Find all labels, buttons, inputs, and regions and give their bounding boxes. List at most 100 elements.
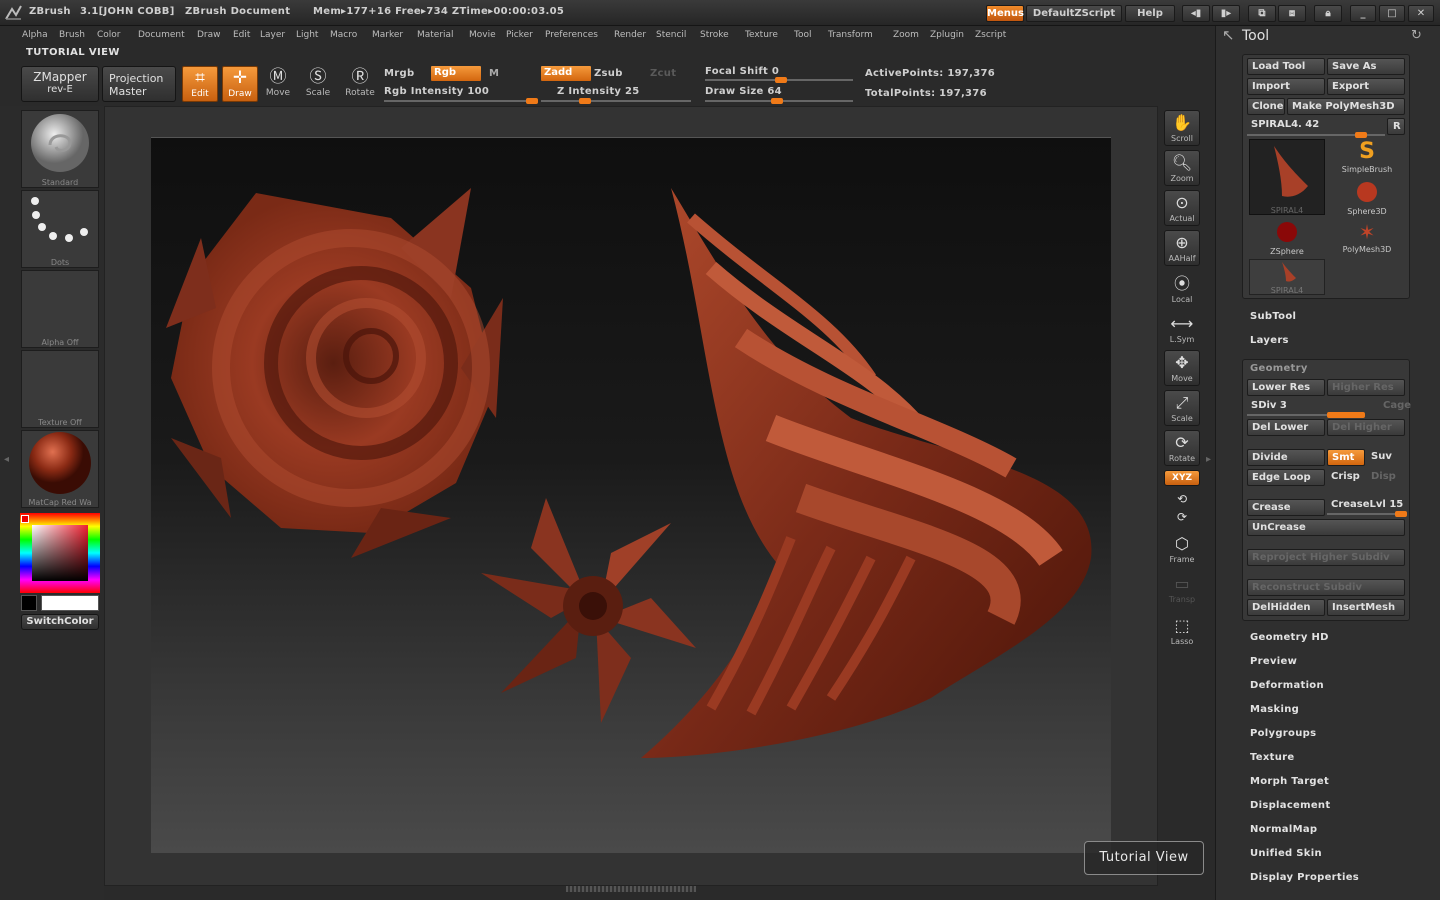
secondary-color-swatch[interactable] [21,595,37,611]
menu-preferences[interactable]: Preferences [545,30,598,40]
menu-tool[interactable]: Tool [794,30,811,40]
load-tool-button[interactable]: Load Tool [1247,58,1325,75]
zmapper-button[interactable]: ZMapper rev-E [21,66,99,102]
scroll-button[interactable]: ✋ Scroll [1164,110,1200,146]
viewport-canvas[interactable] [151,137,1111,853]
material-thumbnail[interactable]: MatCap Red Wa [21,430,99,508]
right-tray-collapse-icon[interactable]: ▸ [1206,440,1215,480]
menu-material[interactable]: Material [417,30,454,40]
crisp-toggle[interactable]: Crisp [1327,469,1365,486]
texture-thumbnail[interactable]: Texture Off [21,350,99,428]
tool-thumb-sphere3d[interactable]: Sphere3D [1329,179,1405,216]
polygroups-section[interactable]: Polygroups [1250,728,1316,739]
deformation-section[interactable]: Deformation [1250,680,1324,691]
close-icon[interactable]: ✕ [1408,5,1434,22]
menu-stroke[interactable]: Stroke [700,30,729,40]
higher-res-button[interactable]: Higher Res [1327,379,1405,396]
xyz-button[interactable]: XYZ [1164,470,1200,486]
menu-transform[interactable]: Transform [828,30,873,40]
tool-thumb-simplebrush[interactable]: S SimpleBrush [1329,139,1405,175]
zadd-button[interactable]: Zadd [541,66,591,81]
layers-section[interactable]: Layers [1250,335,1289,346]
divide-button[interactable]: Divide [1247,449,1325,466]
clone-button[interactable]: Clone [1247,98,1285,115]
menu-draw[interactable]: Draw [197,30,221,40]
crease-level-slider[interactable] [1327,511,1407,517]
m-button[interactable]: M [489,68,499,79]
default-zscript-button[interactable]: DefaultZScript [1026,5,1122,22]
texture-section[interactable]: Texture [1250,752,1294,763]
cage-button[interactable]: Cage [1379,398,1411,415]
move-view-button[interactable]: ✥ Move [1164,350,1200,386]
primary-color-swatch[interactable] [41,595,99,611]
rotate-z-icon[interactable]: ⟳ [1164,508,1200,526]
projection-master-button[interactable]: Projection Master [102,66,176,102]
palette-pin-icon[interactable]: ↖ [1222,26,1235,44]
disp-toggle[interactable]: Disp [1367,469,1405,486]
lsym-button[interactable]: ⟷ L.Sym [1164,312,1200,348]
actual-button[interactable]: ⊙ Actual [1164,190,1200,226]
menu-movie[interactable]: Movie [469,30,496,40]
uncrease-button[interactable]: UnCrease [1247,519,1405,536]
make-polymesh-button[interactable]: Make PolyMesh3D [1287,98,1405,115]
layout-right-icon[interactable]: ▮▸ [1212,5,1240,22]
rgb-intensity-slider[interactable] [384,98,538,104]
save-as-button[interactable]: Save As [1327,58,1405,75]
crease-button[interactable]: Crease [1247,499,1325,516]
minimize-icon[interactable]: _ [1350,5,1376,22]
rotate-view-button[interactable]: ⟳ Rotate [1164,430,1200,466]
scale-view-button[interactable]: ⤢ Scale [1164,390,1200,426]
rotate-button[interactable]: Ⓡ Rotate [342,66,378,102]
zoom-button[interactable]: 🔍︎ Zoom [1164,150,1200,186]
lasso-button[interactable]: ⬚ Lasso [1164,614,1200,650]
aahalf-button[interactable]: ⊕ AAHalf [1164,230,1200,266]
del-higher-button[interactable]: Del Higher [1327,419,1405,436]
reproject-higher-subdiv-button[interactable]: Reproject Higher Subdiv [1247,549,1405,566]
menu-stencil[interactable]: Stencil [656,30,686,40]
insert-mesh-button[interactable]: InsertMesh [1327,599,1405,616]
lower-res-button[interactable]: Lower Res [1247,379,1325,396]
menus-button[interactable]: Menus [986,5,1024,22]
alpha-thumbnail[interactable]: Alpha Off [21,270,99,348]
z-intensity-slider[interactable] [541,98,691,104]
masking-section[interactable]: Masking [1250,704,1299,715]
export-button[interactable]: Export [1327,78,1405,95]
color-marker[interactable] [21,515,29,523]
window-tile-icon[interactable]: ⧉ [1248,5,1276,22]
layout-left-icon[interactable]: ◂▮ [1182,5,1210,22]
lock-icon[interactable]: 🔒︎ [1314,5,1342,22]
preview-section[interactable]: Preview [1250,656,1297,667]
menu-marker[interactable]: Marker [372,30,403,40]
canvas-bottom-scroll-handle[interactable] [566,886,696,892]
edge-loop-button[interactable]: Edge Loop [1247,469,1325,486]
tool-thumb-polymesh3d[interactable]: ✶ PolyMesh3D [1329,219,1405,255]
menu-texture[interactable]: Texture [745,30,778,40]
geometry-section[interactable]: Geometry [1250,363,1308,374]
zcut-button[interactable]: Zcut [650,68,676,79]
window-cascade-icon[interactable]: ⧈ [1278,5,1306,22]
r-button[interactable]: R [1387,118,1405,135]
menu-document[interactable]: Document [138,30,185,40]
help-button[interactable]: Help [1125,5,1175,22]
menu-alpha[interactable]: Alpha [22,30,48,40]
menu-edit[interactable]: Edit [233,30,250,40]
maximize-icon[interactable]: □ [1379,5,1405,22]
suv-toggle[interactable]: Suv [1367,449,1405,466]
unified-skin-section[interactable]: Unified Skin [1250,848,1322,859]
move-button[interactable]: Ⓜ Move [260,66,296,102]
rotate-y-icon[interactable]: ⟲ [1164,490,1200,508]
del-lower-button[interactable]: Del Lower [1247,419,1325,436]
import-button[interactable]: Import [1247,78,1325,95]
scale-button[interactable]: Ⓢ Scale [300,66,336,102]
local-button[interactable]: ⦿ Local [1164,272,1200,308]
reset-icon[interactable]: ↻ [1411,28,1422,43]
color-sv-square[interactable] [32,525,88,581]
tool-thumb-zsphere[interactable]: ZSphere [1249,219,1325,256]
sdiv-slider[interactable] [1247,412,1365,418]
normalmap-section[interactable]: NormalMap [1250,824,1317,835]
transp-button[interactable]: ▭ Transp [1164,572,1200,608]
color-picker[interactable] [20,513,100,593]
draw-button[interactable]: ✛ Draw [222,66,258,102]
draw-size-slider[interactable] [705,98,853,104]
mrgb-button[interactable]: Mrgb [384,68,414,79]
